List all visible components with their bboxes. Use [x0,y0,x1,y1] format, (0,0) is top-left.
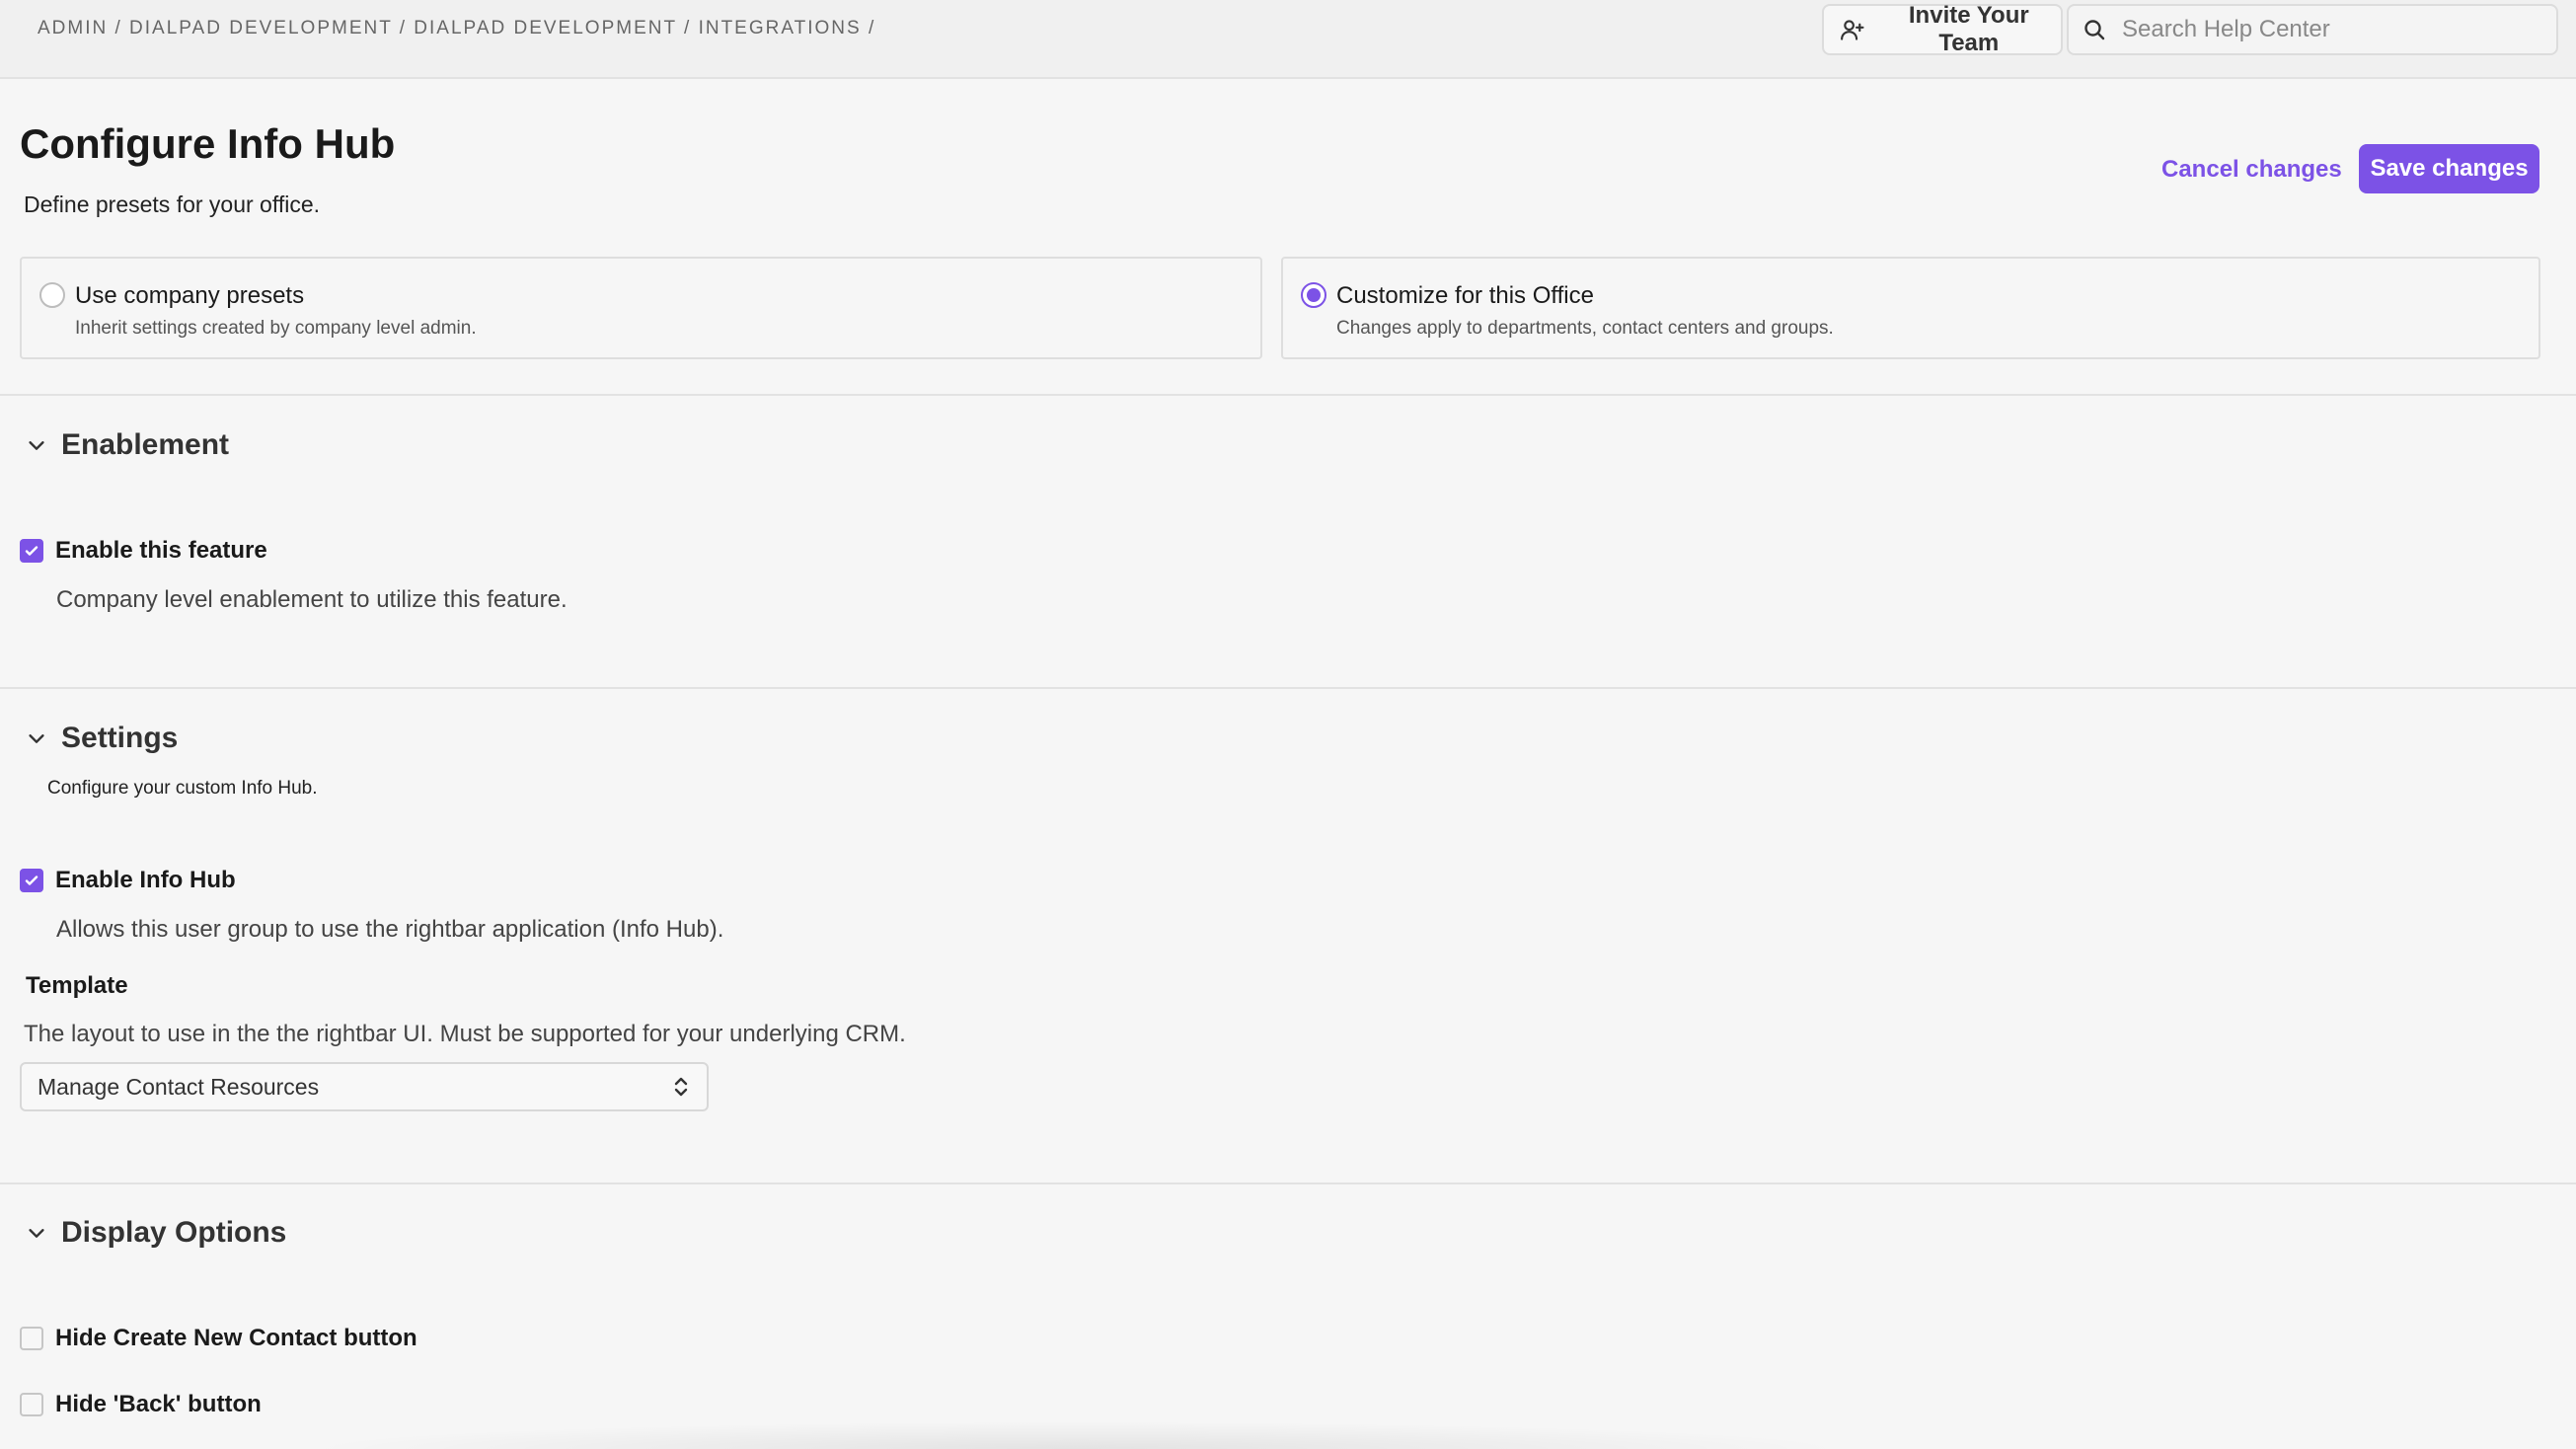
search-icon [2084,20,2105,40]
scroll-shadow [296,1421,1856,1449]
template-selected-value: Manage Contact Resources [38,1073,320,1100]
checkbox-label: Enable this feature [55,537,267,564]
hide-back-button-checkbox[interactable] [20,1393,43,1416]
invite-team-button[interactable]: Invite Your Team [1822,2,2063,56]
section-header-display-options[interactable]: Display Options [26,1216,286,1250]
section-header-settings[interactable]: Settings [26,722,178,755]
divider [0,1182,2576,1184]
search-help-center[interactable] [2067,4,2558,55]
enable-feature-help: Company level enablement to utilize this… [56,586,568,613]
template-select[interactable]: Manage Contact Resources [20,1062,709,1111]
page-subtitle: Define presets for your office. [24,191,320,217]
checkmark-icon [25,876,38,885]
checkbox-label: Hide Create New Contact button [55,1325,417,1351]
template-label: Template [26,972,128,999]
up-down-chevron-icon [674,1077,688,1097]
invite-team-label: Invite Your Team [1908,2,2029,56]
cancel-changes-button[interactable]: Cancel changes [2161,150,2342,190]
preset-description: Changes apply to departments, contact ce… [1336,318,1834,339]
preset-card-company[interactable]: Use company presets Inherit settings cre… [20,257,1262,359]
save-changes-button[interactable]: Save changes [2359,144,2539,193]
add-user-icon [1841,20,1864,40]
breadcrumb[interactable]: ADMIN / DIALPAD DEVELOPMENT / DIALPAD DE… [38,18,875,39]
preset-title: Use company presets [75,282,305,309]
hide-back-button-row[interactable]: Hide 'Back' button [20,1391,262,1418]
hide-create-contact-row[interactable]: Hide Create New Contact button [20,1325,417,1352]
section-title: Settings [61,722,179,754]
settings-description: Configure your custom Info Hub. [47,778,318,799]
chevron-down-icon [29,1229,44,1238]
preset-description: Inherit settings created by company leve… [75,318,477,339]
chevron-down-icon [29,734,44,743]
divider [0,687,2576,689]
enable-feature-row[interactable]: Enable this feature [20,537,267,565]
preset-card-office[interactable]: Customize for this Office Changes apply … [1281,257,2540,359]
enable-info-hub-row[interactable]: Enable Info Hub [20,867,236,894]
enable-info-hub-help: Allows this user group to use the rightb… [56,916,724,943]
top-bar: ADMIN / DIALPAD DEVELOPMENT / DIALPAD DE… [0,0,2576,79]
section-title: Enablement [61,428,230,461]
checkmark-icon [25,546,38,556]
search-input[interactable] [2122,16,2537,43]
template-description: The layout to use in the the rightbar UI… [24,1021,906,1047]
hide-create-contact-checkbox[interactable] [20,1327,43,1350]
radio-customize-office[interactable] [1301,282,1326,308]
enable-info-hub-checkbox[interactable] [20,869,43,892]
page-title: Configure Info Hub [20,120,396,167]
checkbox-label: Hide 'Back' button [55,1391,262,1417]
divider [0,394,2576,396]
preset-title: Customize for this Office [1336,282,1594,309]
section-header-enablement[interactable]: Enablement [26,428,229,462]
chevron-down-icon [29,441,44,450]
section-title: Display Options [61,1216,287,1249]
radio-company-presets[interactable] [39,282,65,308]
enable-feature-checkbox[interactable] [20,539,43,563]
checkbox-label: Enable Info Hub [55,867,236,893]
